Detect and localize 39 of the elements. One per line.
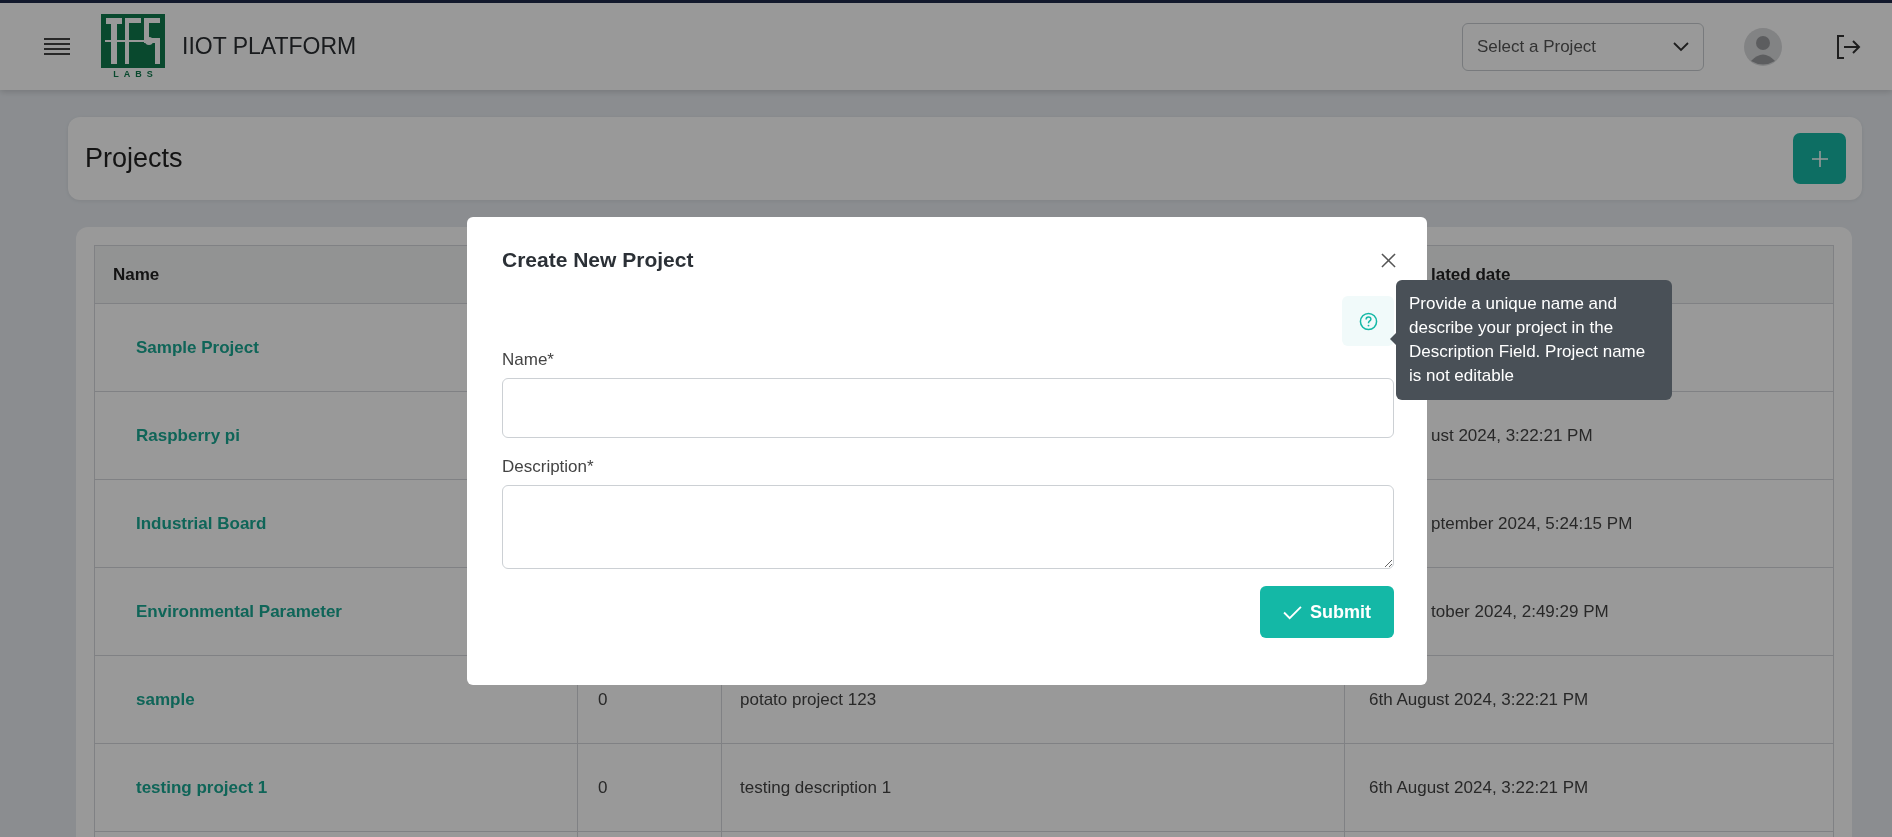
project-link[interactable]: Sample Project [136,337,259,358]
table-cell: tober 2024, 2:49:29 PM [1431,601,1609,622]
project-link[interactable]: Industrial Board [136,513,267,534]
table-cell: 0 [598,777,608,798]
table-cell: 6th August 2024, 3:22:21 PM [1369,777,1589,798]
help-icon [1358,311,1378,331]
logo-mark-icon [101,13,165,68]
table-cell: 0 [598,689,608,710]
check-icon [1283,604,1302,620]
modal-title: Create New Project [502,248,694,272]
table-cell: ust 2024, 3:22:21 PM [1431,425,1593,446]
app-title: IIOT PLATFORM [182,33,357,60]
menu-icon[interactable] [44,36,70,57]
logo-text: LABS [112,67,158,80]
help-button[interactable] [1342,296,1394,346]
field-label: Description* [502,457,595,477]
project-link[interactable]: sample [136,689,195,710]
chevron-down-icon [1673,41,1689,52]
add-button[interactable] [1793,133,1846,184]
project-link[interactable]: Raspberry pi [136,425,240,446]
tooltip: Provide a unique name and describe your project in the Description Field. Project name is not editable [1396,280,1672,400]
submit-button[interactable]: Submit [1260,586,1394,638]
field-label: Name* [502,350,555,370]
page-title: Projects [85,143,183,174]
project-select[interactable]: Select a Project [1462,22,1704,71]
close-icon[interactable] [1381,252,1396,268]
plus-icon [1809,148,1830,169]
logout-icon[interactable] [1834,32,1862,61]
text-area[interactable] [502,485,1394,569]
tooltip-arrow-icon [1390,333,1396,345]
table-cell: 6th August 2024, 3:22:21 PM [1369,689,1589,710]
input-field[interactable] [502,378,1394,438]
project-link[interactable]: Environmental Parameter [136,601,342,622]
project-link[interactable]: testing project 1 [136,777,268,798]
table-cell: potato project 123 [740,689,877,710]
table-cell: testing description 1 [740,777,892,798]
table-cell: ptember 2024, 5:24:15 PM [1431,513,1633,534]
avatar-icon[interactable] [1744,27,1782,66]
column-header: Name [113,264,160,285]
